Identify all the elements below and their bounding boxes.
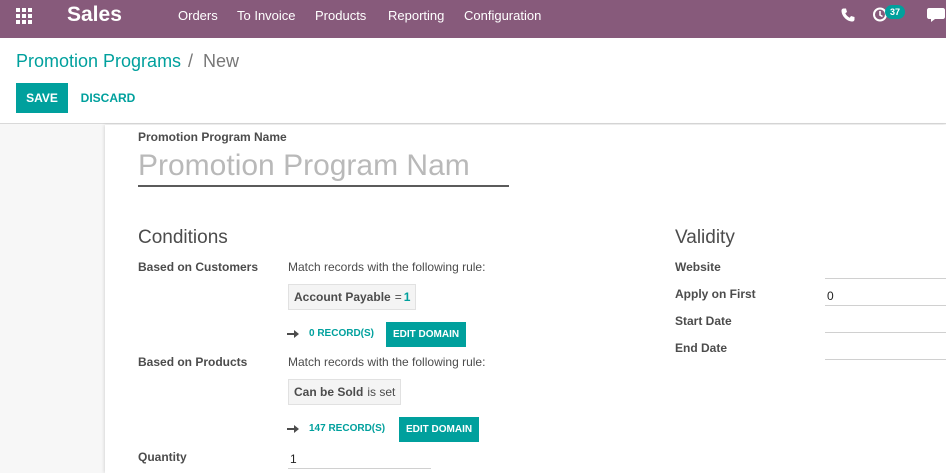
customers-records-link[interactable]: 0 record(s): [309, 328, 374, 339]
customers-domain-rule[interactable]: Account Payable = 1: [288, 284, 417, 310]
website-label: Website: [675, 260, 721, 274]
products-domain-rule[interactable]: Can be Sold is set: [288, 379, 402, 405]
menu-to-invoice[interactable]: To Invoice: [237, 8, 296, 23]
based-on-customers-label: Based on Customers: [138, 260, 259, 274]
customers-domain-field: Account Payable: [294, 290, 391, 304]
apply-on-first-input[interactable]: [825, 282, 946, 306]
activity-count-badge: 37: [885, 5, 906, 19]
discard-button[interactable]: Discard: [76, 83, 140, 113]
apps-grid-icon[interactable]: [16, 8, 34, 24]
products-domain-field: Can be Sold: [294, 385, 364, 399]
menu-products[interactable]: Products: [315, 8, 366, 23]
based-on-products-label: Based on Products: [138, 355, 248, 369]
customers-domain-value: 1: [403, 290, 411, 304]
breadcrumb-current: New: [203, 51, 240, 71]
program-name-label: Promotion Program Name: [138, 130, 287, 144]
menu-orders[interactable]: Orders: [178, 8, 218, 23]
breadcrumb-separator: /: [188, 51, 194, 71]
control-panel: Promotion Programs / New Save Discard: [0, 38, 946, 124]
start-date-label: Start Date: [675, 314, 732, 328]
end-date-label: End Date: [675, 341, 728, 355]
apply-on-first-label: Apply on First: [675, 287, 756, 301]
products-domain-operator: is set: [367, 385, 396, 399]
menu-reporting[interactable]: Reporting: [388, 8, 444, 23]
phone-icon[interactable]: [840, 7, 856, 23]
conditions-title: Conditions: [138, 227, 228, 248]
save-button[interactable]: Save: [16, 83, 68, 113]
top-navbar: Sales Orders To Invoice Products Reporti…: [0, 0, 946, 38]
quantity-label: Quantity: [138, 450, 187, 464]
form-sheet: Promotion Program Name Conditions Based …: [105, 125, 946, 473]
products-records-link[interactable]: 147 record(s): [309, 423, 385, 434]
arrow-right-icon: [287, 425, 299, 433]
customers-domain-operator: =: [394, 290, 402, 304]
products-edit-domain-button[interactable]: Edit Domain: [399, 417, 480, 442]
chat-icon[interactable]: [927, 7, 946, 23]
app-title: Sales: [67, 3, 122, 26]
customers-edit-domain-button[interactable]: Edit Domain: [386, 322, 467, 347]
website-field[interactable]: [825, 255, 946, 279]
program-name-input[interactable]: [138, 147, 509, 187]
start-date-input[interactable]: [825, 309, 946, 333]
customers-rule-text: Match records with the following rule:: [288, 260, 486, 274]
validity-title: Validity: [675, 227, 735, 248]
menu-configuration[interactable]: Configuration: [464, 8, 541, 23]
quantity-input[interactable]: [288, 445, 431, 469]
breadcrumb-parent[interactable]: Promotion Programs: [16, 51, 181, 72]
end-date-input[interactable]: [825, 336, 946, 360]
arrow-right-icon: [287, 330, 299, 338]
products-rule-text: Match records with the following rule:: [288, 355, 486, 369]
